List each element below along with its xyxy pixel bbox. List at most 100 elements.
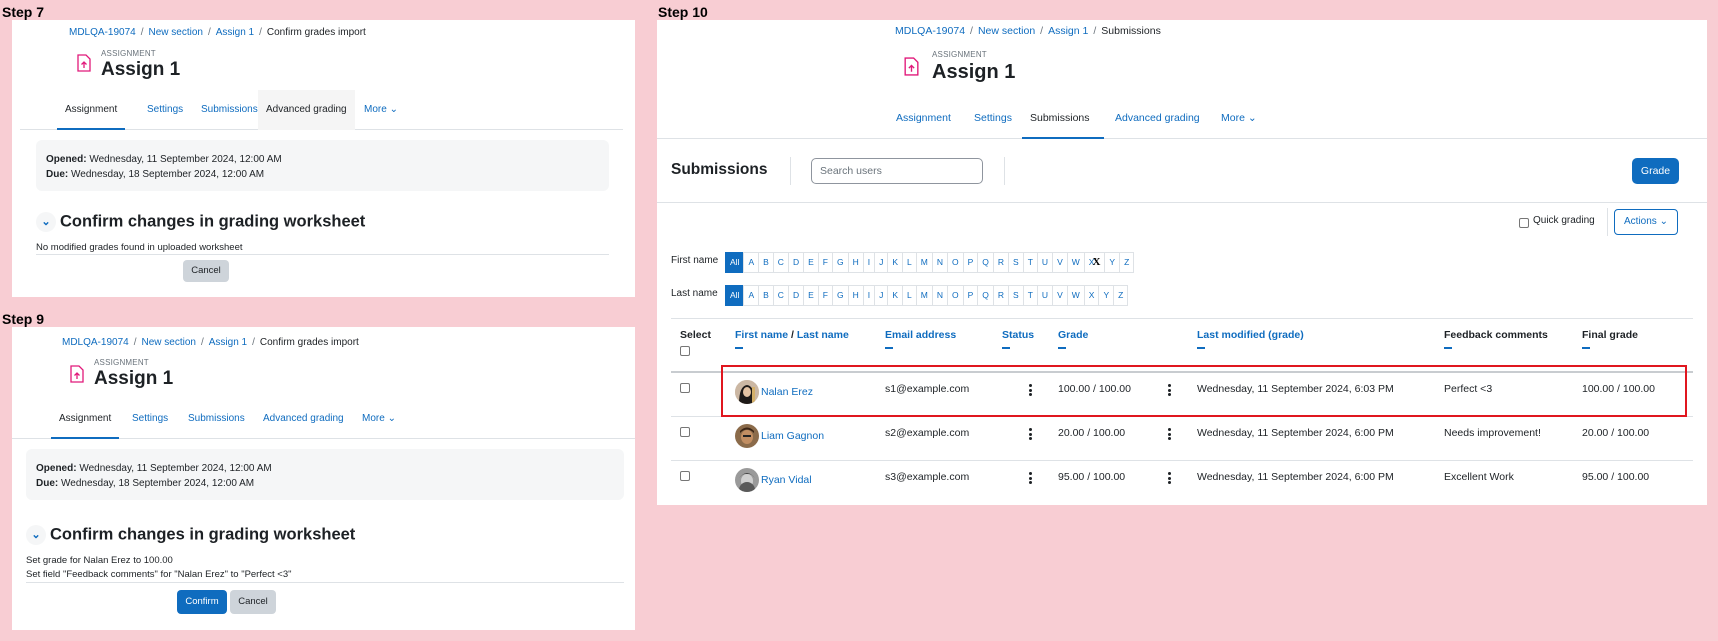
filter-letter[interactable]: P <box>962 285 979 306</box>
filter-letter[interactable]: Q <box>977 285 994 306</box>
confirm-button[interactable]: Confirm <box>177 590 227 614</box>
collapse-column-icon[interactable] <box>1002 347 1010 349</box>
tab-assignment[interactable]: Assignment <box>888 97 959 139</box>
filter-letter[interactable]: R <box>992 252 1010 273</box>
filter-all[interactable]: All <box>725 252 745 273</box>
collapse-chevron-icon[interactable]: ⌄ <box>36 212 56 232</box>
breadcrumb-course[interactable]: MDLQA-19074 <box>69 27 136 38</box>
tab-settings[interactable]: Settings <box>124 399 176 439</box>
filter-letter[interactable]: A <box>743 252 760 273</box>
collapse-column-icon[interactable] <box>1058 347 1066 349</box>
collapse-chevron-icon[interactable]: ⌄ <box>26 525 46 545</box>
filter-letter[interactable]: G <box>831 285 849 306</box>
status-menu-icon[interactable] <box>1029 472 1032 486</box>
filter-letter[interactable]: E <box>803 285 819 306</box>
collapse-column-icon[interactable] <box>1582 347 1590 349</box>
filter-letter[interactable]: C <box>772 285 789 306</box>
filter-letter[interactable]: XX <box>1083 252 1106 273</box>
filter-letter[interactable]: X <box>1083 285 1100 306</box>
filter-letter[interactable]: A <box>743 285 760 306</box>
filter-letter[interactable]: G <box>831 252 849 273</box>
filter-letter[interactable]: V <box>1052 285 1068 306</box>
tab-settings[interactable]: Settings <box>139 90 191 130</box>
filter-letter[interactable]: L <box>902 252 917 273</box>
select-all-checkbox[interactable] <box>680 346 690 356</box>
tab-assignment[interactable]: Assignment <box>51 399 120 439</box>
sort-last-modified[interactable]: Last modified (grade) <box>1197 329 1304 341</box>
filter-letter[interactable]: H <box>847 252 864 273</box>
grade-menu-icon[interactable] <box>1168 428 1171 442</box>
tab-more[interactable]: More ⌄ <box>356 90 406 130</box>
filter-letter[interactable]: J <box>874 252 889 273</box>
collapse-column-icon[interactable] <box>1197 347 1205 349</box>
sort-last-name[interactable]: Last name <box>797 329 849 341</box>
filter-letter[interactable]: F <box>817 252 833 273</box>
tab-advanced-grading[interactable]: Advanced grading <box>255 399 352 439</box>
row-checkbox[interactable] <box>680 471 690 481</box>
filter-letter[interactable]: K <box>887 285 904 306</box>
filter-all[interactable]: All <box>725 285 745 306</box>
sort-status[interactable]: Status <box>1002 329 1034 341</box>
quick-grading-checkbox[interactable] <box>1519 218 1529 228</box>
collapse-column-icon[interactable] <box>735 347 743 349</box>
filter-letter[interactable]: Z <box>1119 252 1135 273</box>
search-input[interactable]: Search users <box>811 158 983 184</box>
tab-submissions[interactable]: Submissions <box>1022 97 1104 139</box>
filter-letter[interactable]: O <box>946 252 964 273</box>
row-checkbox[interactable] <box>680 383 690 393</box>
cancel-button[interactable]: Cancel <box>230 590 276 614</box>
actions-button[interactable]: Actions ⌄ <box>1614 209 1678 235</box>
tab-advanced-grading[interactable]: Advanced grading <box>258 90 355 130</box>
filter-letter[interactable]: M <box>915 252 933 273</box>
filter-letter[interactable]: W <box>1066 285 1085 306</box>
filter-letter[interactable]: B <box>758 285 774 306</box>
student-name-link[interactable]: Ryan Vidal <box>761 474 812 486</box>
filter-letter[interactable]: P <box>962 252 979 273</box>
filter-letter[interactable]: B <box>758 252 774 273</box>
tab-advanced-grading[interactable]: Advanced grading <box>1107 97 1208 139</box>
collapse-column-icon[interactable] <box>1444 347 1452 349</box>
filter-letter[interactable]: Z <box>1113 285 1129 306</box>
filter-letter[interactable]: J <box>874 285 889 306</box>
grade-menu-icon[interactable] <box>1168 472 1171 486</box>
filter-letter[interactable]: D <box>787 252 805 273</box>
filter-letter[interactable]: M <box>915 285 933 306</box>
breadcrumb-section[interactable]: New section <box>141 337 195 348</box>
breadcrumb-section[interactable]: New section <box>978 25 1035 37</box>
tab-settings[interactable]: Settings <box>966 97 1020 139</box>
cancel-button[interactable]: Cancel <box>183 260 229 282</box>
filter-letter[interactable]: L <box>902 285 917 306</box>
filter-letter[interactable]: Q <box>977 252 994 273</box>
filter-letter[interactable]: E <box>803 252 819 273</box>
filter-letter[interactable]: N <box>931 285 948 306</box>
filter-letter[interactable]: T <box>1022 252 1038 273</box>
filter-letter[interactable]: U <box>1036 252 1054 273</box>
breadcrumb-section[interactable]: New section <box>148 27 202 38</box>
status-menu-icon[interactable] <box>1029 428 1032 442</box>
filter-letter[interactable]: C <box>772 252 789 273</box>
filter-letter[interactable]: V <box>1052 252 1068 273</box>
filter-letter[interactable]: N <box>931 252 948 273</box>
tab-more[interactable]: More ⌄ <box>354 399 404 439</box>
grade-button[interactable]: Grade <box>1632 158 1679 184</box>
filter-letter[interactable]: O <box>946 285 964 306</box>
filter-letter[interactable]: F <box>817 285 833 306</box>
filter-letter[interactable]: S <box>1008 252 1024 273</box>
breadcrumb-assign[interactable]: Assign 1 <box>216 27 254 38</box>
sort-first-name[interactable]: First name <box>735 329 788 341</box>
student-name-link[interactable]: Liam Gagnon <box>761 430 824 442</box>
breadcrumb-course[interactable]: MDLQA-19074 <box>895 25 965 37</box>
sort-email[interactable]: Email address <box>885 329 956 341</box>
tab-submissions[interactable]: Submissions <box>193 90 266 130</box>
breadcrumb-assign[interactable]: Assign 1 <box>209 337 247 348</box>
filter-letter[interactable]: U <box>1036 285 1054 306</box>
row-checkbox[interactable] <box>680 427 690 437</box>
tab-submissions[interactable]: Submissions <box>180 399 253 439</box>
filter-letter[interactable]: W <box>1066 252 1085 273</box>
filter-letter[interactable]: S <box>1008 285 1024 306</box>
filter-letter[interactable]: Y <box>1098 285 1115 306</box>
filter-letter[interactable]: Y <box>1104 252 1121 273</box>
breadcrumb-assign[interactable]: Assign 1 <box>1048 25 1088 37</box>
filter-letter[interactable]: H <box>847 285 864 306</box>
filter-letter[interactable]: T <box>1022 285 1038 306</box>
